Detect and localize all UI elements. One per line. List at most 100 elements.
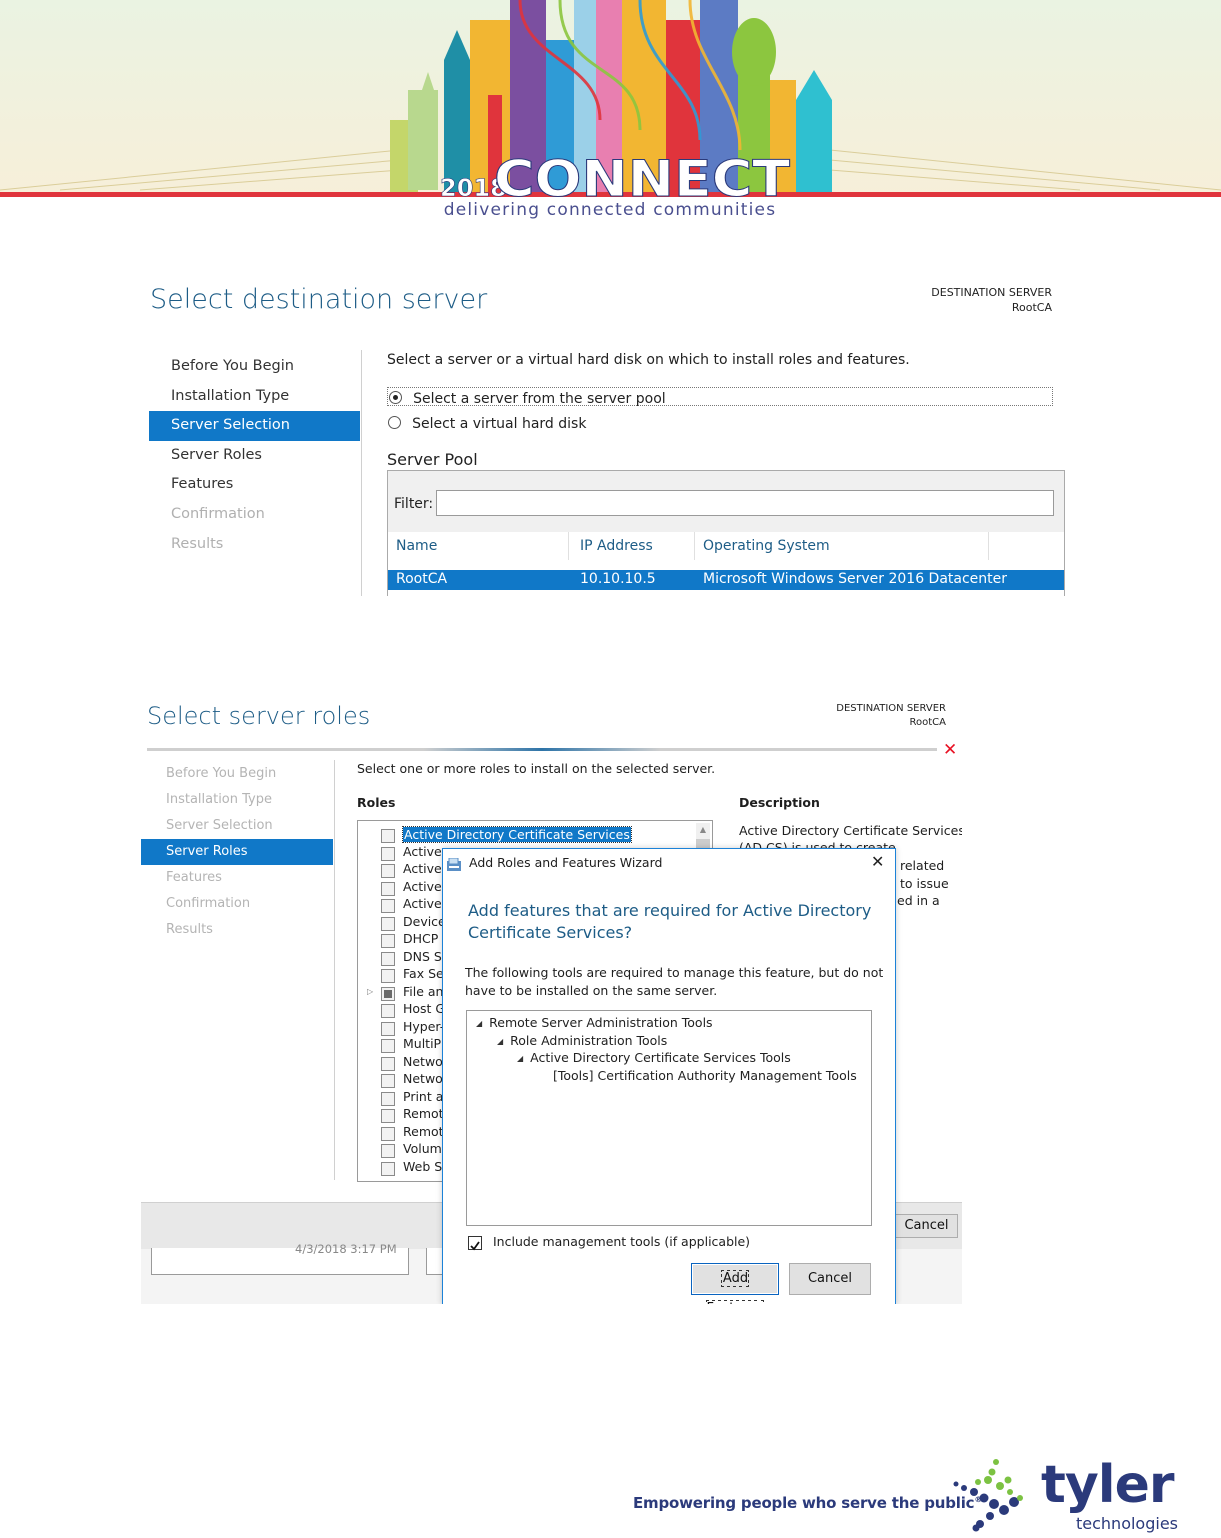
step-server-roles[interactable]: Server Roles: [141, 839, 333, 865]
dialog-cancel-button[interactable]: Cancel: [789, 1263, 871, 1295]
timestamp: 4/3/2018 3:17 PM: [295, 1242, 397, 1256]
role-item[interactable]: File an: [403, 984, 443, 999]
role-checkbox[interactable]: [381, 1092, 395, 1106]
include-tools-checkbox[interactable]: [468, 1236, 482, 1251]
role-item[interactable]: Active: [403, 844, 442, 859]
add-features-label: Add Features: [705, 1270, 765, 1304]
role-item[interactable]: Host G: [403, 1001, 445, 1016]
column-name[interactable]: Name: [396, 538, 437, 554]
roles-heading: Roles: [357, 795, 396, 810]
tree-node-adcs-tools[interactable]: ◢ Active Directory Certificate Services T…: [517, 1050, 791, 1065]
step-features: Features: [166, 870, 222, 885]
step-confirmation: Confirmation: [166, 896, 251, 911]
role-checkbox[interactable]: [381, 1057, 395, 1071]
select-server-roles-screenshot: Select server roles DESTINATION SERVER R…: [141, 702, 962, 1304]
radio-virtual-hard-disk[interactable]: Select a virtual hard disk: [388, 413, 586, 432]
role-checkbox[interactable]: [381, 899, 395, 913]
role-checkbox[interactable]: [381, 1127, 395, 1141]
role-item[interactable]: Netwo: [403, 1071, 443, 1086]
select-destination-server-screenshot: Select destination server DESTINATION SE…: [141, 284, 1068, 596]
close-icon[interactable]: ✕: [943, 740, 957, 760]
dialog-body-line1: The following tools are required to mana…: [465, 965, 884, 980]
role-checkbox[interactable]: [381, 847, 395, 861]
role-item[interactable]: Fax Se: [403, 966, 444, 981]
radio-unselected-icon: [388, 416, 401, 429]
role-checkbox[interactable]: [381, 864, 395, 878]
role-checkbox-partial[interactable]: [381, 987, 395, 1001]
role-checkbox[interactable]: [381, 1004, 395, 1018]
tree-node-role-admin-tools[interactable]: ◢ Role Administration Tools: [497, 1033, 667, 1048]
column-separator: [988, 532, 989, 560]
wizard-steps-nav: Before You Begin Installation Type Serve…: [149, 352, 360, 559]
filter-input[interactable]: [436, 490, 1054, 516]
add-features-dialog: Add Roles and Features Wizard ✕ Add feat…: [442, 848, 896, 1304]
role-checkbox[interactable]: [381, 1039, 395, 1053]
column-ip-address[interactable]: IP Address: [580, 538, 653, 554]
column-operating-system[interactable]: Operating System: [703, 538, 830, 554]
role-checkbox[interactable]: [381, 882, 395, 896]
destination-server-name: RootCA: [1011, 301, 1052, 314]
role-item[interactable]: Active: [403, 879, 442, 894]
step-results: Results: [166, 922, 213, 937]
step-installation-type[interactable]: Installation Type: [149, 382, 360, 412]
role-checkbox[interactable]: [381, 917, 395, 931]
add-features-button[interactable]: Add Features: [691, 1263, 779, 1304]
tree-node-label: Remote Server Administration Tools: [489, 1015, 713, 1030]
column-separator: [568, 532, 569, 560]
role-item[interactable]: Hyper-: [403, 1019, 444, 1034]
tyler-slogan: Empowering people who serve the public®: [633, 1494, 982, 1512]
role-item[interactable]: Active: [403, 861, 442, 876]
role-item[interactable]: Remot: [403, 1106, 444, 1121]
column-separator: [694, 532, 695, 560]
step-before-you-begin: Before You Begin: [166, 766, 277, 781]
filter-label: Filter:: [394, 496, 434, 512]
page-title: Select destination server: [150, 284, 488, 315]
role-checkbox[interactable]: [381, 934, 395, 948]
step-server-selection[interactable]: Server Selection: [149, 411, 360, 441]
role-item[interactable]: Remot: [403, 1124, 444, 1139]
role-item[interactable]: Web S: [403, 1159, 442, 1174]
tree-node-label: [Tools] Certification Authority Manageme…: [553, 1068, 857, 1083]
role-checkbox[interactable]: [381, 1109, 395, 1123]
role-item[interactable]: Print a: [403, 1089, 443, 1104]
row-os: Microsoft Windows Server 2016 Datacenter: [703, 571, 1008, 587]
role-checkbox[interactable]: [381, 829, 395, 843]
step-results: Results: [171, 535, 224, 552]
dialog-close-icon[interactable]: ✕: [871, 852, 884, 871]
nav-divider: [361, 350, 362, 596]
role-checkbox[interactable]: [381, 1162, 395, 1176]
expanded-arrow-icon[interactable]: ◢: [497, 1037, 503, 1046]
step-before-you-begin[interactable]: Before You Begin: [149, 352, 360, 382]
dialog-body-line2: have to be installed on the same server.: [465, 983, 718, 998]
step-installation-type: Installation Type: [166, 792, 272, 807]
role-item[interactable]: Device: [403, 914, 446, 929]
role-item[interactable]: DHCP: [403, 931, 438, 946]
tree-node-ca-management-tools[interactable]: [Tools] Certification Authority Manageme…: [553, 1068, 857, 1083]
role-item[interactable]: Netwo: [403, 1054, 443, 1069]
role-checkbox[interactable]: [381, 1022, 395, 1036]
role-checkbox[interactable]: [381, 1144, 395, 1158]
tree-node-rsat[interactable]: ◢ Remote Server Administration Tools: [476, 1015, 713, 1030]
role-item-adcs[interactable]: Active Directory Certificate Services: [402, 826, 632, 843]
expanded-arrow-icon[interactable]: ◢: [476, 1019, 482, 1028]
scroll-up-icon[interactable]: ▲: [696, 823, 710, 837]
role-item[interactable]: MultiP: [403, 1036, 441, 1051]
role-item[interactable]: DNS S: [403, 949, 442, 964]
progress-bar: [147, 748, 937, 751]
expanded-arrow-icon[interactable]: ◢: [517, 1054, 523, 1063]
include-tools-label: Include management tools (if applicable): [493, 1234, 751, 1249]
role-checkbox[interactable]: [381, 969, 395, 983]
role-checkbox[interactable]: [381, 952, 395, 966]
step-features[interactable]: Features: [149, 470, 360, 500]
dialog-heading-line1: Add features that are required for Activ…: [468, 901, 872, 920]
role-item[interactable]: Volum: [403, 1141, 442, 1156]
role-checkbox[interactable]: [381, 1074, 395, 1088]
role-item[interactable]: Active: [403, 896, 442, 911]
table-row[interactable]: RootCA 10.10.10.5 Microsoft Windows Serv…: [388, 570, 1064, 590]
page-title: Select server roles: [147, 702, 371, 730]
step-server-roles[interactable]: Server Roles: [149, 441, 360, 471]
expand-arrow-icon[interactable]: ▷: [367, 987, 373, 996]
radio-server-pool[interactable]: Select a server from the server pool: [387, 387, 1053, 407]
cancel-button-label: Cancel: [904, 1218, 949, 1233]
tyler-dots-logo-icon: [952, 1458, 1028, 1534]
